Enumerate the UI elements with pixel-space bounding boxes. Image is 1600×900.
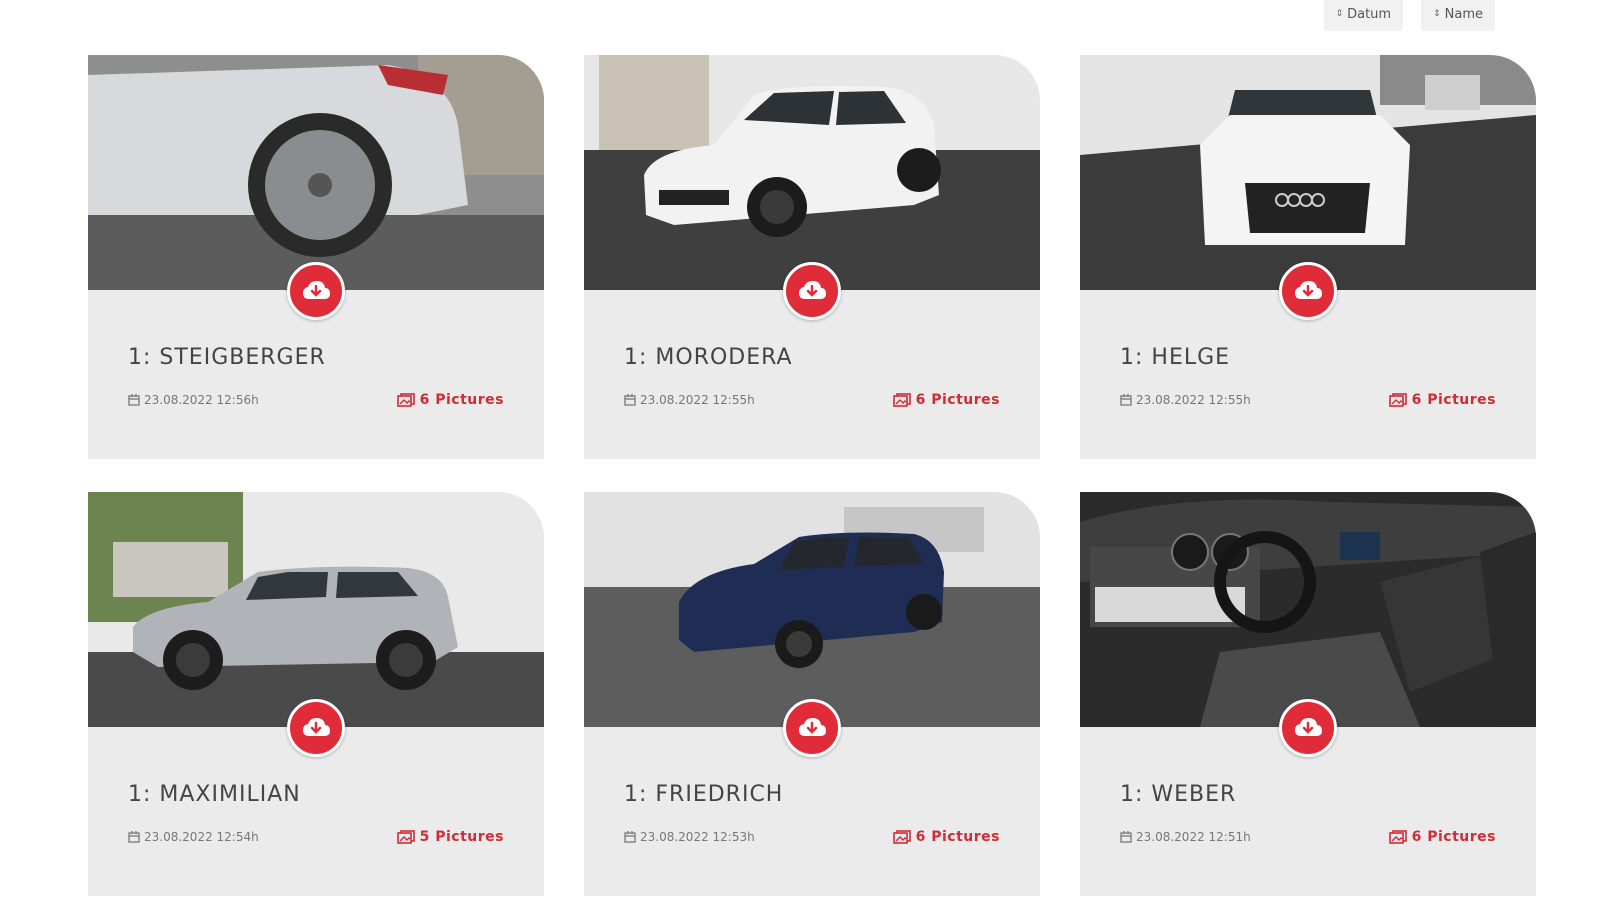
card-meta: 23.08.2022 12:56h 6 Pictures [128,392,504,408]
images-icon [1388,393,1407,407]
card-title: 1: MORODERA [624,345,793,370]
gallery-card[interactable]: 1: WEBER 23.08.2022 12:51h 6 Pictures [1080,492,1536,896]
card-date: 23.08.2022 12:55h [1120,393,1251,407]
card-date: 23.08.2022 12:54h [128,830,259,844]
card-title: 1: HELGE [1120,345,1231,370]
card-photo[interactable] [1080,55,1536,290]
gallery-card[interactable]: 1: MAXIMILIAN 23.08.2022 12:54h 5 Pictur… [88,492,544,896]
card-title: 1: FRIEDRICH [624,782,784,807]
card-picture-count[interactable]: 5 Pictures [396,829,504,845]
card-picture-count-text: 6 Pictures [1411,392,1496,408]
card-date: 23.08.2022 12:53h [624,830,755,844]
download-button[interactable] [287,699,345,757]
card-picture-count[interactable]: 6 Pictures [396,392,504,408]
gallery-card[interactable]: 1: STEIGBERGER 23.08.2022 12:56h 6 Pictu… [88,55,544,459]
gallery-grid: 1: STEIGBERGER 23.08.2022 12:56h 6 Pictu… [88,55,1536,896]
download-button[interactable] [783,699,841,757]
card-photo[interactable] [584,492,1040,727]
card-picture-count-text: 5 Pictures [419,829,504,845]
sort-by-date-button[interactable]: ⇕ Datum [1323,0,1404,31]
images-icon [1388,830,1407,844]
cloud-download-icon [1295,718,1322,736]
card-meta: 23.08.2022 12:55h 6 Pictures [624,392,1000,408]
card-photo[interactable] [88,55,544,290]
card-picture-count[interactable]: 6 Pictures [892,392,1000,408]
cloud-download-icon [799,718,826,736]
gallery-card[interactable]: 1: HELGE 23.08.2022 12:55h 6 Pictures [1080,55,1536,459]
card-picture-count-text: 6 Pictures [915,392,1000,408]
calendar-icon [128,394,140,406]
download-button[interactable] [287,262,345,320]
card-date-text: 23.08.2022 12:55h [640,393,755,407]
card-meta: 23.08.2022 12:53h 6 Pictures [624,829,1000,845]
card-photo[interactable] [584,55,1040,290]
cloud-download-icon [1295,281,1322,299]
card-date-text: 23.08.2022 12:51h [1136,830,1251,844]
cloud-download-icon [303,281,330,299]
cloud-download-icon [303,718,330,736]
calendar-icon [128,831,140,843]
card-picture-count-text: 6 Pictures [419,392,504,408]
sort-bar: ⇕ Datum ⇕ Name [1323,0,1495,31]
images-icon [892,830,911,844]
download-button[interactable] [1279,262,1337,320]
card-meta: 23.08.2022 12:51h 6 Pictures [1120,829,1496,845]
card-photo[interactable] [1080,492,1536,727]
card-title: 1: WEBER [1120,782,1237,807]
card-photo[interactable] [88,492,544,727]
sort-by-name-label: Name [1444,7,1483,22]
card-date: 23.08.2022 12:51h [1120,830,1251,844]
card-picture-count-text: 6 Pictures [915,829,1000,845]
card-date-text: 23.08.2022 12:56h [144,393,259,407]
sort-by-name-button[interactable]: ⇕ Name [1421,0,1495,31]
gallery-card[interactable]: 1: FRIEDRICH 23.08.2022 12:53h 6 Picture… [584,492,1040,896]
card-date: 23.08.2022 12:55h [624,393,755,407]
card-picture-count[interactable]: 6 Pictures [1388,829,1496,845]
card-picture-count-text: 6 Pictures [1411,829,1496,845]
card-title: 1: STEIGBERGER [128,345,326,370]
download-button[interactable] [1279,699,1337,757]
calendar-icon [1120,394,1132,406]
card-date: 23.08.2022 12:56h [128,393,259,407]
card-meta: 23.08.2022 12:55h 6 Pictures [1120,392,1496,408]
sort-arrows-icon: ⇕ [1335,9,1344,19]
card-title: 1: MAXIMILIAN [128,782,301,807]
gallery-card[interactable]: 1: MORODERA 23.08.2022 12:55h 6 Pictures [584,55,1040,459]
card-date-text: 23.08.2022 12:54h [144,830,259,844]
calendar-icon [1120,831,1132,843]
images-icon [396,830,415,844]
card-date-text: 23.08.2022 12:53h [640,830,755,844]
sort-arrows-icon: ⇕ [1433,9,1441,19]
card-picture-count[interactable]: 6 Pictures [892,829,1000,845]
download-button[interactable] [783,262,841,320]
card-meta: 23.08.2022 12:54h 5 Pictures [128,829,504,845]
card-date-text: 23.08.2022 12:55h [1136,393,1251,407]
images-icon [892,393,911,407]
calendar-icon [624,394,636,406]
card-picture-count[interactable]: 6 Pictures [1388,392,1496,408]
cloud-download-icon [799,281,826,299]
sort-by-date-label: Datum [1347,7,1392,22]
images-icon [396,393,415,407]
calendar-icon [624,831,636,843]
